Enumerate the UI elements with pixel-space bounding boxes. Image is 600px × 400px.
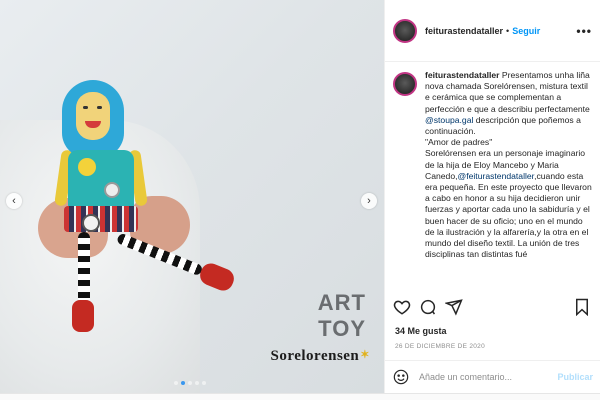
smiley-icon[interactable] bbox=[393, 369, 409, 385]
mention-link[interactable]: @feiturastendataller bbox=[458, 171, 535, 181]
paper-plane-icon[interactable] bbox=[445, 298, 463, 316]
post-date: 26 DE DICIEMBRE DE 2020 bbox=[395, 343, 485, 350]
avatar[interactable] bbox=[393, 72, 417, 96]
caption-username[interactable]: feiturastendataller bbox=[425, 70, 500, 80]
comment-input[interactable] bbox=[419, 372, 558, 382]
separator: • bbox=[506, 25, 510, 36]
carousel-dots bbox=[174, 381, 206, 385]
button-badge bbox=[104, 182, 120, 198]
publish-button[interactable]: Publicar bbox=[557, 372, 593, 382]
carousel-dot bbox=[195, 381, 199, 385]
bookmark-icon[interactable] bbox=[574, 298, 590, 316]
carousel-dot bbox=[188, 381, 192, 385]
doll-leg bbox=[78, 232, 90, 304]
caption-text: feiturastendataller Presentamos unha liñ… bbox=[425, 70, 592, 297]
avatar[interactable] bbox=[393, 18, 417, 43]
carousel-dot bbox=[181, 381, 185, 385]
brand-logo: Sorelorensen✶ bbox=[271, 348, 371, 365]
follow-button[interactable]: Seguir bbox=[512, 26, 540, 36]
comment-form: Publicar bbox=[385, 360, 600, 393]
post-side-panel: feiturastendataller • Seguir ••• feitura… bbox=[384, 0, 600, 393]
more-options-icon[interactable]: ••• bbox=[576, 24, 592, 38]
carousel-dot bbox=[202, 381, 206, 385]
doll-eye bbox=[97, 106, 102, 109]
art-toy-line: TOY bbox=[318, 316, 366, 341]
caption-body: ,cuando esta era pequeña. En este proyec… bbox=[425, 170, 592, 260]
action-bar bbox=[393, 298, 590, 318]
mention-link[interactable]: @stoupa.gal bbox=[425, 115, 473, 125]
username-link[interactable]: feiturastendataller bbox=[425, 26, 503, 36]
chevron-right-icon[interactable]: › bbox=[361, 193, 377, 209]
doll-face bbox=[76, 92, 110, 140]
star-icon: ✶ bbox=[360, 349, 370, 361]
heart-icon[interactable] bbox=[393, 298, 411, 316]
doll-skirt bbox=[64, 206, 138, 232]
doll-body bbox=[68, 150, 134, 212]
window-bottom-edge bbox=[0, 393, 600, 400]
art-toy-line: ART bbox=[317, 290, 366, 315]
chevron-left-icon[interactable]: ‹ bbox=[6, 193, 22, 209]
likes-count[interactable]: 34 Me gusta bbox=[395, 326, 447, 336]
doll-shoe bbox=[72, 300, 94, 332]
post-header: feiturastendataller • Seguir ••• bbox=[385, 0, 600, 62]
post-image[interactable]: ART TOY Sorelorensen✶ ‹ › bbox=[0, 0, 384, 393]
smiley-badge bbox=[78, 158, 96, 176]
brand-text: Sorelorensen bbox=[270, 348, 360, 364]
comment-icon[interactable] bbox=[419, 298, 437, 316]
doll-eye bbox=[83, 106, 88, 109]
button-badge bbox=[82, 214, 100, 232]
doll-shoe bbox=[197, 260, 237, 294]
carousel-dot bbox=[174, 381, 178, 385]
art-toy-text: ART TOY bbox=[256, 290, 366, 342]
caption-section: feiturastendataller Presentamos unha liñ… bbox=[385, 62, 600, 297]
